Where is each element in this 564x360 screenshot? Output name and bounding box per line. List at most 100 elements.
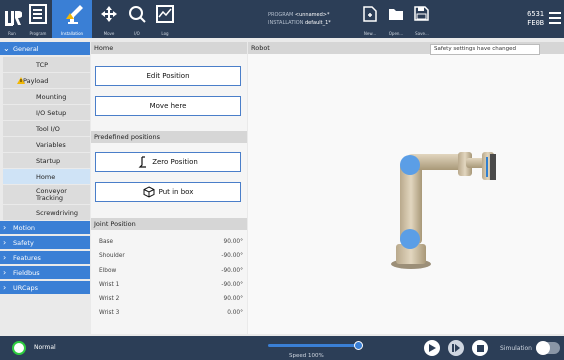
panel-title: Home <box>91 42 247 54</box>
put-in-box-button[interactable]: Put in box <box>95 182 241 202</box>
nav-category-label: Features <box>13 253 41 262</box>
nav-category-features[interactable]: › Features <box>0 251 90 264</box>
robot-3d-model <box>391 152 496 269</box>
nav-item-io-setup[interactable]: I/O Setup <box>3 105 90 120</box>
zero-position-button[interactable]: Zero Position <box>95 152 241 172</box>
nav-category-motion[interactable]: › Motion <box>0 221 90 234</box>
nav-item-label: I/O Setup <box>36 108 67 117</box>
joint-value: 90.00° <box>223 239 244 245</box>
move-tab-label: Move <box>103 31 115 36</box>
joint-row-elbow: Elbow -90.00° <box>99 268 243 280</box>
nav-item-mounting[interactable]: Mounting <box>3 89 90 104</box>
speed-slider-handle[interactable] <box>354 341 363 350</box>
joint-value: -90.00° <box>221 268 243 274</box>
log-tab-label: Log <box>161 31 169 36</box>
run-tab-label: Run <box>8 31 16 36</box>
chevron-right-icon: › <box>3 283 7 292</box>
toggle-knob <box>536 341 550 355</box>
stop-button[interactable] <box>472 340 488 356</box>
nav-item-conveyor-tracking[interactable]: Conveyor Tracking <box>3 185 90 204</box>
nav-category-safety[interactable]: › Safety <box>0 236 90 249</box>
stop-icon <box>476 344 484 352</box>
joint-name: Wrist 3 <box>99 310 120 316</box>
robot-status-indicator[interactable] <box>12 341 26 355</box>
bottom-bar: Normal Speed 100% Simulation <box>0 336 564 360</box>
predefined-positions-header: Predefined positions <box>91 131 247 143</box>
chevron-right-icon: › <box>3 238 7 247</box>
folder-icon <box>389 9 403 20</box>
joint-name: Wrist 2 <box>99 296 120 302</box>
joint-name: Base <box>99 239 114 245</box>
installation-icon <box>66 5 83 24</box>
installation-label: INSTALLATION <box>268 20 304 26</box>
log-tab[interactable]: Log <box>152 0 178 38</box>
chevron-right-icon: › <box>3 223 7 232</box>
nav-item-label: TCP <box>36 60 49 69</box>
joint-row-wrist1: Wrist 1 -90.00° <box>99 282 243 294</box>
joint-row-shoulder: Shoulder -90.00° <box>99 253 243 265</box>
controller-code: 6531 FE0B <box>527 10 544 28</box>
simulation-toggle[interactable] <box>536 341 560 355</box>
nav-category-label: Fieldbus <box>13 268 40 277</box>
installation-tab[interactable]: Installation <box>52 0 92 38</box>
program-tab-label: Program <box>29 31 47 36</box>
speed-slider-track[interactable] <box>268 344 360 347</box>
top-bar: Run Program Installation Move I/O Log PR… <box>0 0 564 38</box>
joint-position-header: Joint Position <box>91 218 247 230</box>
robot-view[interactable]: Robot Safety settings have changed <box>248 42 564 334</box>
nav-item-tcp[interactable]: TCP <box>3 57 90 72</box>
play-button[interactable] <box>424 340 440 356</box>
edit-position-button[interactable]: Edit Position <box>95 66 241 86</box>
nav-item-label: Screwdriving <box>36 208 79 217</box>
nav-category-urcaps[interactable]: › URCaps <box>0 281 90 294</box>
nav-item-startup[interactable]: Startup <box>3 153 90 168</box>
nav-item-payload[interactable]: Payload <box>3 73 90 88</box>
move-tab[interactable]: Move <box>96 0 122 38</box>
program-icon <box>29 4 47 24</box>
joint-value: -90.00° <box>221 282 243 288</box>
program-info: PROGRAM <unnamed>* INSTALLATION default_… <box>268 11 331 27</box>
nav-category-label: URCaps <box>13 283 38 292</box>
nav-item-variables[interactable]: Variables <box>3 137 90 152</box>
nav-item-label: Variables <box>36 140 66 149</box>
new-button[interactable]: New... <box>358 0 382 38</box>
simulation-label: Simulation <box>500 345 532 352</box>
installation-name: default_1* <box>305 20 331 26</box>
io-icon <box>129 6 146 23</box>
log-icon <box>156 5 174 23</box>
nav-item-label: Startup <box>36 156 61 165</box>
robot-status-text: Normal <box>34 344 56 351</box>
hamburger-menu-icon[interactable] <box>549 12 561 24</box>
run-tab[interactable]: Run <box>0 0 24 38</box>
program-tab[interactable]: Program <box>24 0 52 38</box>
warning-icon <box>17 77 25 84</box>
chevron-down-icon: ⌄ <box>3 44 10 53</box>
step-icon <box>452 344 460 352</box>
nav-item-tool-io[interactable]: Tool I/O <box>3 121 90 136</box>
joint-value: 0.00° <box>227 310 243 316</box>
new-file-icon <box>363 6 377 22</box>
move-here-button[interactable]: Move here <box>95 96 241 116</box>
zero-position-icon <box>138 156 147 168</box>
nav-category-fieldbus[interactable]: › Fieldbus <box>0 266 90 279</box>
save-button[interactable]: Save... <box>410 0 434 38</box>
nav-item-screwdriving[interactable]: Screwdriving <box>3 205 90 220</box>
nav-category-label: Motion <box>13 223 36 232</box>
nav-item-home[interactable]: Home <box>3 169 90 184</box>
nav-category-general[interactable]: ⌄ General <box>0 42 90 55</box>
open-button[interactable]: Open... <box>384 0 408 38</box>
move-icon <box>101 6 117 22</box>
installation-tab-label: Installation <box>60 31 84 36</box>
save-button-label: Save... <box>415 31 429 36</box>
io-tab[interactable]: I/O <box>124 0 150 38</box>
play-icon <box>429 344 436 352</box>
nav-item-label: Payload <box>23 76 49 85</box>
step-button[interactable] <box>448 340 464 356</box>
program-name: <unnamed>* <box>294 12 330 18</box>
home-panel: Home Edit Position Move here Predefined … <box>91 42 247 334</box>
nav-item-label: Conveyor Tracking <box>36 186 67 202</box>
save-icon <box>414 6 429 21</box>
io-tab-label: I/O <box>134 31 140 36</box>
joint-value: 90.00° <box>223 296 244 302</box>
code-line-1: 6531 <box>527 10 544 18</box>
